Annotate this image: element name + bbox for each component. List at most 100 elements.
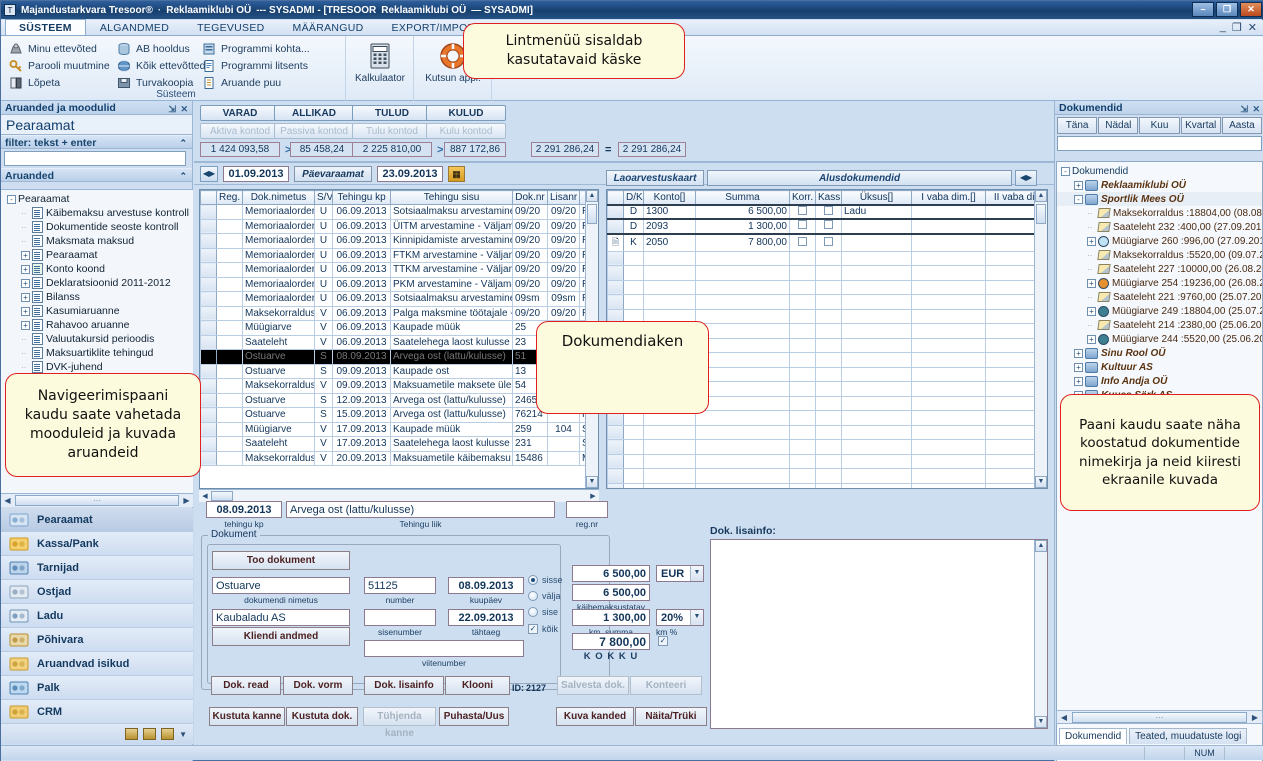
table-row[interactable] bbox=[607, 482, 1034, 488]
klooni-button[interactable]: Klooni bbox=[445, 676, 510, 695]
collapse-icon[interactable]: - bbox=[1061, 166, 1070, 176]
filter-input[interactable] bbox=[4, 151, 186, 166]
tuhjenda-kanne-button[interactable]: Tühjenda kanne bbox=[363, 707, 436, 739]
ribbon-item-lopeta[interactable]: Lõpeta bbox=[1, 74, 109, 91]
module-item-palk[interactable]: Palk bbox=[1, 676, 193, 700]
scroll-down-icon[interactable]: ▼ bbox=[1035, 476, 1047, 488]
radio-valja[interactable]: välja bbox=[528, 589, 563, 602]
kass-checkbox-cell[interactable] bbox=[815, 337, 842, 353]
collapse-icon[interactable]: - bbox=[1074, 194, 1083, 204]
table-row[interactable]: Saateleht V 06.09.2013 Saatelehega laost ku… bbox=[200, 334, 585, 350]
close-button[interactable]: ✕ bbox=[1240, 2, 1262, 17]
mdi-minimize-button[interactable]: _ bbox=[1220, 21, 1226, 34]
document-tree-item[interactable]: ·· Saateleht 214 :2380,00 (25.06.2013) bbox=[1057, 318, 1262, 332]
table-row[interactable] bbox=[607, 468, 1034, 484]
expand-icon[interactable]: + bbox=[21, 250, 30, 260]
column-header[interactable]: Üksus[] bbox=[841, 190, 912, 205]
kass-checkbox-cell[interactable] bbox=[815, 308, 842, 324]
module-list[interactable]: Pearaamat Kassa/Pank Tarnijad Ostjad Ladu Põh… bbox=[1, 508, 193, 761]
kokku-input[interactable]: 7 800,00 bbox=[572, 633, 650, 650]
tab-alusdokumendid[interactable]: Alusdokumendid bbox=[707, 169, 1012, 186]
column-header[interactable]: Kass bbox=[815, 190, 842, 205]
kass-checkbox-cell[interactable] bbox=[815, 279, 842, 295]
kass-checkbox-cell[interactable] bbox=[815, 424, 842, 440]
document-tree-item[interactable]: + Reklaamiklubi OÜ bbox=[1057, 178, 1262, 192]
tab-susteem[interactable]: SÜSTEEM bbox=[5, 19, 86, 35]
column-header[interactable]: Tehingu kp bbox=[332, 190, 391, 205]
table-row[interactable] bbox=[607, 279, 1034, 295]
module-item-tarnijad[interactable]: Tarnijad bbox=[1, 556, 193, 580]
table-row[interactable]: D 1300 6 500,00 Ladu bbox=[607, 203, 1034, 220]
table-row[interactable]: Memoriaalorder(pU06.09.2013Kinnipidamist… bbox=[200, 233, 585, 249]
pin-icon[interactable]: ⇲ bbox=[168, 102, 176, 116]
aktiva-kontod-button[interactable]: Aktiva kontod bbox=[200, 123, 280, 139]
korr-checkbox-cell[interactable] bbox=[789, 352, 816, 368]
korr-checkbox[interactable] bbox=[798, 236, 807, 246]
kass-checkbox-cell[interactable] bbox=[815, 381, 842, 397]
kaibemaksustatav-input[interactable]: 6 500,00 bbox=[572, 584, 650, 601]
puhasta-uus-button[interactable]: Puhasta/Uus bbox=[439, 707, 509, 726]
tab-dokumendid[interactable]: Dokumendid bbox=[1059, 728, 1128, 744]
korr-checkbox-cell[interactable] bbox=[789, 250, 816, 266]
partner-input[interactable]: Kaubaladu AS bbox=[212, 609, 350, 626]
number-input[interactable]: 51125 bbox=[364, 577, 436, 594]
tulud-button[interactable]: TULUD bbox=[352, 105, 432, 121]
table-row[interactable]: Memoriaalorder(pU06.09.2013Sotsiaalmaksu… bbox=[200, 291, 585, 307]
korr-checkbox-cell[interactable] bbox=[789, 366, 816, 382]
expand-icon[interactable]: + bbox=[1074, 348, 1083, 358]
table-row[interactable]: Memoriaalorder(pU06.09.2013FTKM arvestam… bbox=[200, 247, 585, 263]
tree-horizontal-scrollbar[interactable]: ◀ ··· ▶ bbox=[1, 493, 193, 507]
korr-checkbox-cell[interactable] bbox=[789, 337, 816, 353]
document-tree-item[interactable]: + Müügiarve 260 :996,00 (27.09.2013)* bbox=[1057, 234, 1262, 248]
column-header[interactable]: Dok.nr bbox=[512, 190, 548, 205]
kvartal-button[interactable]: Kvartal bbox=[1180, 117, 1221, 134]
entries-grid[interactable]: Reg. Dok.nimetus S/V Tehingu kp Tehingu sisu… bbox=[200, 190, 585, 466]
dok-vorm-button[interactable]: Dok. vorm bbox=[283, 676, 353, 695]
tree-item[interactable]: + Konto koond bbox=[1, 262, 193, 276]
table-row[interactable]: Saateleht V 17.09.2013 Saatelehega laost ku… bbox=[200, 436, 585, 452]
chevron-up-icon[interactable]: ⌃ bbox=[179, 136, 187, 150]
korr-checkbox-cell[interactable] bbox=[789, 308, 816, 324]
kass-checkbox-cell[interactable] bbox=[815, 439, 842, 455]
tree-item[interactable]: + Rahavoo aruanne bbox=[1, 318, 193, 332]
korr-checkbox-cell[interactable] bbox=[789, 482, 816, 488]
period-to-input[interactable]: 23.09.2013 bbox=[377, 165, 443, 182]
kulu-kontod-button[interactable]: Kulu kontod bbox=[426, 123, 506, 139]
document-tree-item[interactable]: + Kultuur AS bbox=[1057, 360, 1262, 374]
kass-checkbox-cell[interactable] bbox=[815, 468, 842, 484]
column-header[interactable]: Reg. bbox=[216, 190, 243, 205]
ribbon-item-programmi-litsents[interactable]: Programmi litsents bbox=[194, 57, 344, 74]
ribbon-item-parooli-muutmine[interactable]: Parooli muutmine bbox=[1, 57, 110, 74]
module-item-crm[interactable]: CRM bbox=[1, 700, 193, 724]
module-item-kassa-pank[interactable]: Kassa/Pank bbox=[1, 532, 193, 556]
salvesta-dok-button[interactable]: Salvesta dok. bbox=[557, 676, 629, 695]
close-icon[interactable]: ✕ bbox=[1252, 102, 1260, 116]
tana-button[interactable]: Täna bbox=[1057, 117, 1098, 134]
reg-nr-input[interactable] bbox=[566, 501, 608, 518]
tahtaeg-input[interactable]: 22.09.2013 bbox=[448, 609, 524, 626]
column-header[interactable]: II vaba dim.[] bbox=[985, 190, 1034, 205]
km-summa-input[interactable]: 1 300,00 bbox=[572, 609, 650, 626]
ribbon-item-koik-ettevotted[interactable]: Kõik ettevõtted bbox=[109, 57, 205, 74]
expand-icon[interactable]: + bbox=[21, 306, 30, 316]
column-header[interactable] bbox=[200, 190, 217, 205]
korr-checkbox[interactable] bbox=[798, 206, 807, 215]
tree-item[interactable]: ·· Maksmata maksud bbox=[1, 234, 193, 248]
tree-item[interactable]: ·· Dokumentide seoste kontroll bbox=[1, 220, 193, 234]
korr-checkbox-cell[interactable] bbox=[789, 468, 816, 484]
column-header[interactable]: Summa bbox=[695, 190, 790, 205]
kustuta-kanne-button[interactable]: Kustuta kanne bbox=[209, 707, 285, 726]
column-header[interactable] bbox=[607, 190, 624, 205]
allikad-button[interactable]: ALLIKAD bbox=[274, 105, 354, 121]
table-row[interactable]: Memoriaalorder(pU06.09.2013PKM arvestami… bbox=[200, 276, 585, 292]
restore-button[interactable]: ❐ bbox=[1216, 2, 1238, 17]
table-row[interactable] bbox=[607, 424, 1034, 440]
chevron-up-icon[interactable]: ⌃ bbox=[179, 169, 187, 183]
document-tree-item[interactable]: + Info Andja OÜ bbox=[1057, 374, 1262, 388]
chevron-down-icon[interactable]: ▼ bbox=[179, 730, 187, 739]
table-row[interactable]: Memoriaalorder(pU06.09.2013ÜITM arvestam… bbox=[200, 218, 585, 234]
kass-checkbox-cell[interactable] bbox=[815, 395, 842, 411]
lisainfo-vscrollbar[interactable]: ▲ ▼ bbox=[1034, 540, 1047, 728]
tehingu-kp-input[interactable]: 08.09.2013 bbox=[206, 501, 282, 518]
ribbon-item-minu-ettevoted[interactable]: Minu ettevõted bbox=[1, 40, 109, 57]
